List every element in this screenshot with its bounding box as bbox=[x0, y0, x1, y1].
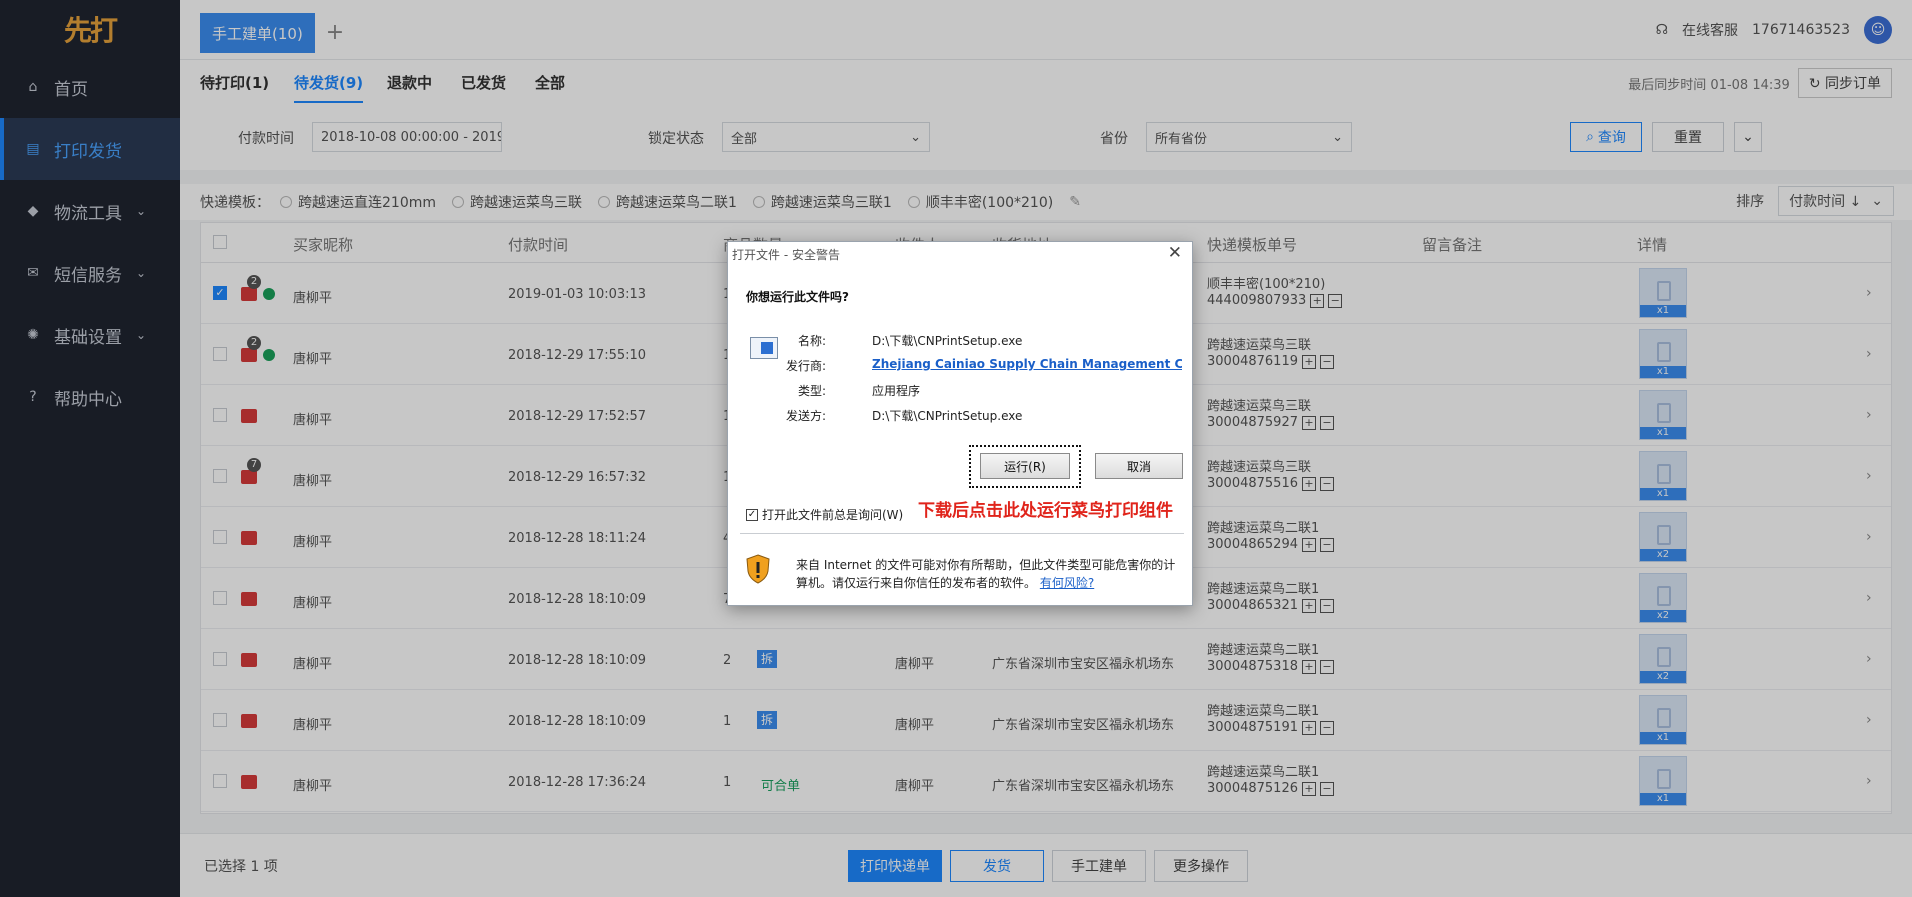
warning-shield-icon bbox=[746, 554, 770, 584]
publisher-link[interactable]: Zhejiang Cainiao Supply Chain Management… bbox=[872, 357, 1182, 371]
name-value: D:\下载\CNPrintSetup.exe bbox=[872, 334, 1023, 348]
always-ask-checkbox[interactable]: ✓ 打开此文件前总是询问(W) bbox=[746, 506, 903, 523]
security-warning-dialog: 打开文件 - 安全警告 ✕ 你想运行此文件吗? 名称: D:\下载\CNPrin… bbox=[727, 241, 1193, 606]
warning-text: 来自 Internet 的文件可能对你有所帮助，但此文件类型可能危害你的计算机。… bbox=[796, 556, 1176, 592]
dialog-question: 你想运行此文件吗? bbox=[746, 290, 849, 304]
cancel-button[interactable]: 取消 bbox=[1095, 453, 1183, 479]
always-ask-label: 打开此文件前总是询问(W) bbox=[762, 508, 904, 522]
name-key: 名称: bbox=[797, 334, 826, 348]
publisher-value[interactable]: Zhejiang Cainiao Supply Chain Management… bbox=[872, 357, 1182, 371]
dialog-separator bbox=[740, 533, 1184, 534]
run-button[interactable]: 运行(R) bbox=[980, 453, 1070, 479]
type-key: 类型: bbox=[797, 384, 826, 398]
publisher-key: 发行商: bbox=[785, 359, 826, 373]
what-is-risk-link[interactable]: 有何风险? bbox=[1040, 576, 1094, 590]
dialog-title-text: 打开文件 - 安全警告 bbox=[732, 248, 840, 262]
annotation-callout: 下载后点击此处运行菜鸟打印组件 bbox=[918, 501, 1173, 521]
close-icon[interactable]: ✕ bbox=[1168, 243, 1182, 263]
warning-message: 来自 Internet 的文件可能对你有所帮助，但此文件类型可能危害你的计算机。… bbox=[796, 558, 1176, 590]
type-value: 应用程序 bbox=[872, 384, 921, 398]
dialog-title: 打开文件 - 安全警告 ✕ bbox=[728, 242, 1192, 266]
from-value: D:\下载\CNPrintSetup.exe bbox=[872, 409, 1023, 423]
from-key: 发送方: bbox=[785, 409, 826, 423]
checkbox-checked-icon: ✓ bbox=[746, 508, 758, 521]
